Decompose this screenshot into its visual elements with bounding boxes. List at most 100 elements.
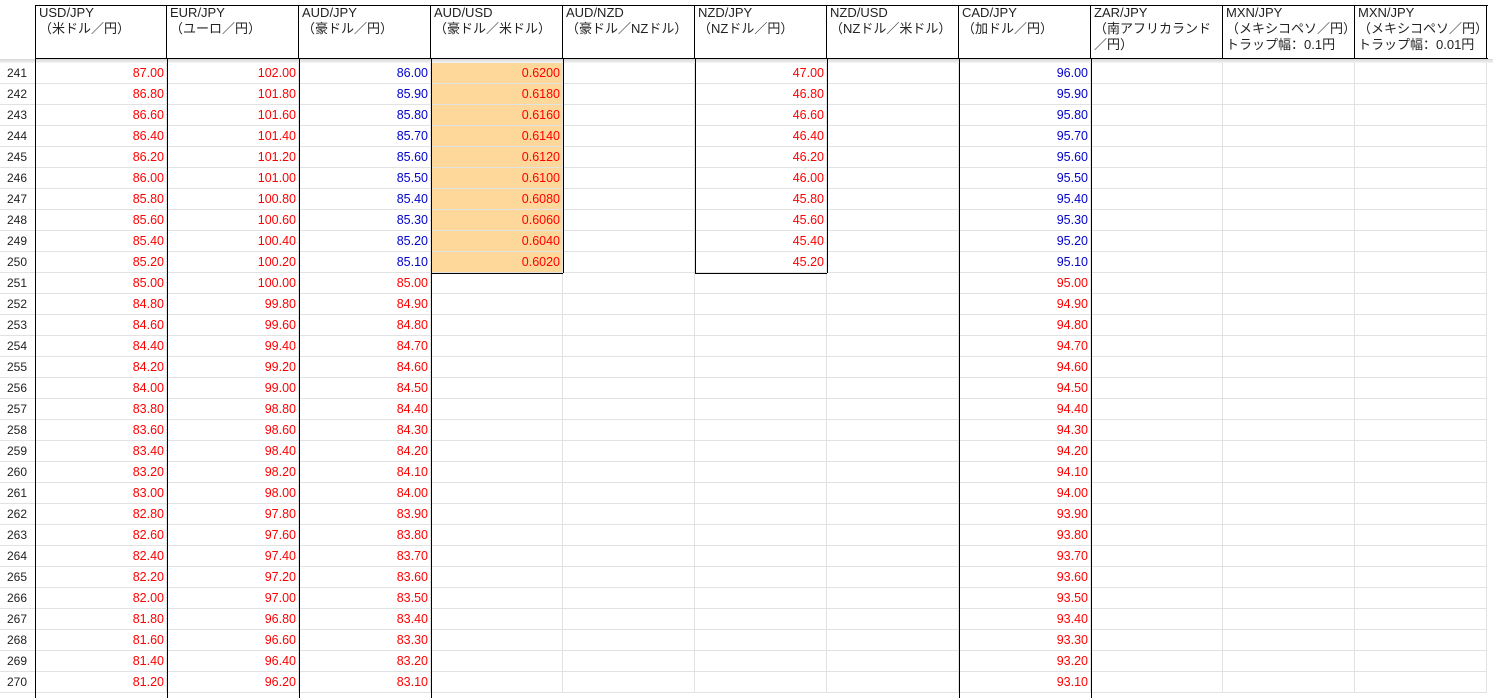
cell-nzdjpy[interactable]: 46.80 <box>695 84 827 105</box>
cell-mxnjpy1[interactable] <box>1223 210 1355 231</box>
cell-cadjpy[interactable]: 95.20 <box>959 231 1091 252</box>
cell-audnzd[interactable] <box>563 588 695 609</box>
cell-audjpy[interactable]: 83.90 <box>299 504 431 525</box>
cell-cadjpy[interactable]: 94.10 <box>959 462 1091 483</box>
cell-audjpy[interactable]: 86.00 <box>299 63 431 84</box>
cell-nzdusd[interactable] <box>827 105 959 126</box>
cell-nzdjpy[interactable] <box>695 483 827 504</box>
cell-cadjpy[interactable]: 93.50 <box>959 588 1091 609</box>
cell-zarjpy[interactable] <box>1091 168 1223 189</box>
cell-audusd[interactable]: 0.6100 <box>431 168 563 189</box>
cell-audjpy[interactable]: 83.80 <box>299 525 431 546</box>
cell-usdjpy[interactable]: 85.00 <box>35 273 167 294</box>
cell-zarjpy[interactable] <box>1091 294 1223 315</box>
row-number[interactable]: 251 <box>0 273 35 294</box>
cell-nzdjpy[interactable] <box>695 399 827 420</box>
cell-zarjpy[interactable] <box>1091 609 1223 630</box>
cell-nzdusd[interactable] <box>827 462 959 483</box>
cell-nzdusd[interactable] <box>827 420 959 441</box>
cell-eurjpy[interactable]: 101.00 <box>167 168 299 189</box>
row-number[interactable]: 249 <box>0 231 35 252</box>
cell-mxnjpy1[interactable] <box>1223 105 1355 126</box>
cell-zarjpy[interactable] <box>1091 420 1223 441</box>
cell-zarjpy[interactable] <box>1091 336 1223 357</box>
cell-nzdjpy[interactable]: 46.00 <box>695 168 827 189</box>
cell-usdjpy[interactable]: 82.20 <box>35 567 167 588</box>
cell-nzdusd[interactable] <box>827 126 959 147</box>
cell-mxnjpy1[interactable] <box>1223 315 1355 336</box>
cell-usdjpy[interactable]: 81.60 <box>35 630 167 651</box>
cell-nzdjpy[interactable] <box>695 462 827 483</box>
cell-cadjpy[interactable]: 93.40 <box>959 609 1091 630</box>
cell-audusd[interactable] <box>431 336 563 357</box>
cell-usdjpy[interactable]: 83.20 <box>35 462 167 483</box>
row-number[interactable]: 266 <box>0 588 35 609</box>
cell-eurjpy[interactable]: 101.60 <box>167 105 299 126</box>
cell-audnzd[interactable] <box>563 273 695 294</box>
cell-mxnjpy2[interactable] <box>1355 294 1487 315</box>
cell-nzdjpy[interactable]: 45.80 <box>695 189 827 210</box>
cell-audnzd[interactable] <box>563 525 695 546</box>
cell-usdjpy[interactable]: 84.80 <box>35 294 167 315</box>
cell-cadjpy[interactable]: 93.30 <box>959 630 1091 651</box>
row-number[interactable]: 270 <box>0 672 35 693</box>
cell-audjpy[interactable]: 83.70 <box>299 546 431 567</box>
cell-nzdjpy[interactable] <box>695 672 827 693</box>
cell-audusd[interactable]: 0.6140 <box>431 126 563 147</box>
cell-mxnjpy1[interactable] <box>1223 420 1355 441</box>
cell-audnzd[interactable] <box>563 420 695 441</box>
cell-cadjpy[interactable]: 95.30 <box>959 210 1091 231</box>
cell-nzdusd[interactable] <box>827 168 959 189</box>
cell-nzdusd[interactable] <box>827 210 959 231</box>
cell-mxnjpy2[interactable] <box>1355 126 1487 147</box>
cell-usdjpy[interactable]: 86.40 <box>35 126 167 147</box>
row-number[interactable]: 253 <box>0 315 35 336</box>
cell-cadjpy[interactable]: 95.40 <box>959 189 1091 210</box>
cell-eurjpy[interactable]: 100.40 <box>167 231 299 252</box>
cell-nzdjpy[interactable] <box>695 378 827 399</box>
cell-eurjpy[interactable]: 97.20 <box>167 567 299 588</box>
cell-nzdjpy[interactable] <box>695 504 827 525</box>
cell-mxnjpy2[interactable] <box>1355 378 1487 399</box>
cell-nzdusd[interactable] <box>827 399 959 420</box>
cell-audusd[interactable]: 0.6160 <box>431 105 563 126</box>
cell-nzdusd[interactable] <box>827 630 959 651</box>
cell-audusd[interactable] <box>431 546 563 567</box>
cell-mxnjpy1[interactable] <box>1223 567 1355 588</box>
cell-audjpy[interactable]: 83.10 <box>299 672 431 693</box>
cell-audnzd[interactable] <box>563 630 695 651</box>
cell-audjpy[interactable]: 85.70 <box>299 126 431 147</box>
cell-audjpy[interactable]: 85.40 <box>299 189 431 210</box>
cell-audusd[interactable] <box>431 441 563 462</box>
cell-audjpy[interactable]: 84.10 <box>299 462 431 483</box>
row-number[interactable]: 267 <box>0 609 35 630</box>
row-number[interactable]: 247 <box>0 189 35 210</box>
cell-audjpy[interactable]: 83.20 <box>299 651 431 672</box>
cell-nzdjpy[interactable] <box>695 525 827 546</box>
cell-nzdusd[interactable] <box>827 189 959 210</box>
row-number[interactable]: 250 <box>0 252 35 273</box>
cell-cadjpy[interactable]: 93.70 <box>959 546 1091 567</box>
cell-eurjpy[interactable]: 98.60 <box>167 420 299 441</box>
column-header-audjpy[interactable]: AUD/JPY （豪ドル／円） <box>299 5 431 58</box>
cell-audnzd[interactable] <box>563 189 695 210</box>
cell-zarjpy[interactable] <box>1091 378 1223 399</box>
cell-mxnjpy2[interactable] <box>1355 84 1487 105</box>
cell-audnzd[interactable] <box>563 651 695 672</box>
cell-nzdusd[interactable] <box>827 231 959 252</box>
cell-eurjpy[interactable]: 100.20 <box>167 252 299 273</box>
cell-mxnjpy2[interactable] <box>1355 672 1487 693</box>
cell-eurjpy[interactable]: 101.40 <box>167 126 299 147</box>
cell-mxnjpy1[interactable] <box>1223 483 1355 504</box>
cell-mxnjpy2[interactable] <box>1355 63 1487 84</box>
row-number[interactable]: 246 <box>0 168 35 189</box>
cell-zarjpy[interactable] <box>1091 399 1223 420</box>
cell-audusd[interactable] <box>431 609 563 630</box>
cell-audusd[interactable] <box>431 273 563 294</box>
cell-cadjpy[interactable]: 96.00 <box>959 63 1091 84</box>
cell-eurjpy[interactable]: 99.40 <box>167 336 299 357</box>
cell-cadjpy[interactable]: 94.50 <box>959 378 1091 399</box>
cell-eurjpy[interactable]: 96.80 <box>167 609 299 630</box>
cell-cadjpy[interactable]: 94.80 <box>959 315 1091 336</box>
cell-nzdjpy[interactable] <box>695 630 827 651</box>
